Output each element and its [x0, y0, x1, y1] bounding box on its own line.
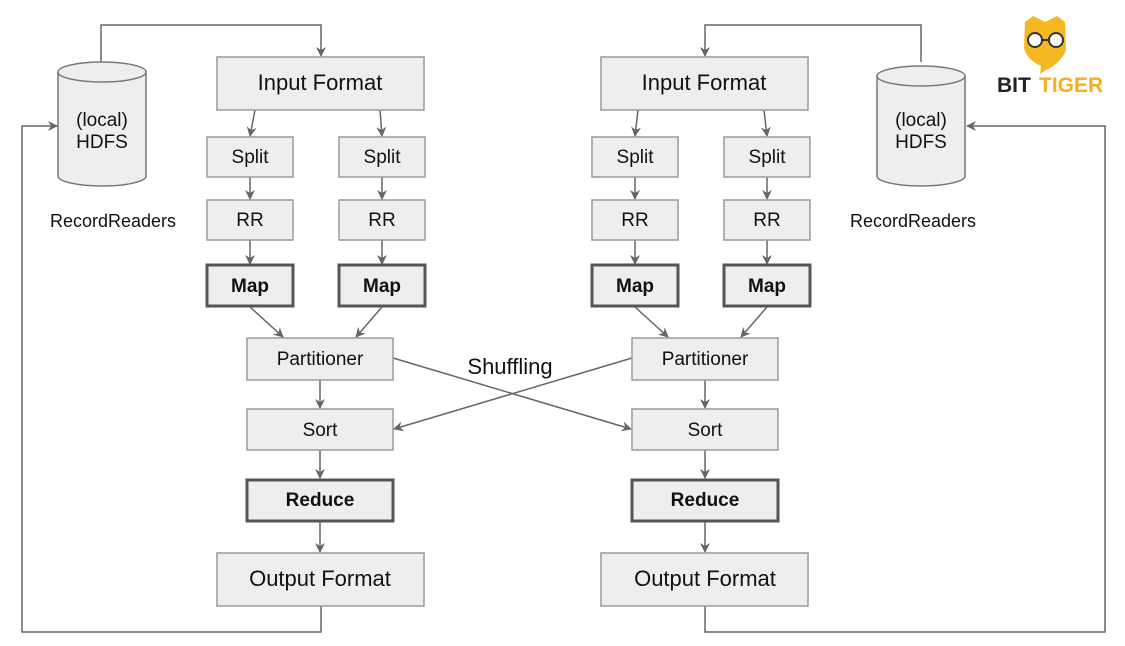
box-label: RR [753, 210, 780, 231]
hdfs-label: (local) [76, 110, 128, 131]
box-label: Reduce [671, 490, 740, 511]
box-label: Map [748, 276, 786, 297]
logo-text-tiger: TIGER [1039, 74, 1103, 97]
left-pipeline: Input Format Split Split RR RR Map Map P… [205, 56, 427, 607]
box-label: Partitioner [662, 349, 749, 370]
right-pipeline: Input Format Split Split RR RR Map Map P… [590, 56, 812, 607]
mapreduce-diagram: BIT TIGER (local) HDFS RecordReaders (lo… [21, 16, 1106, 633]
box-label: Split [232, 147, 270, 168]
box-label: RR [368, 210, 395, 231]
box-label: Map [231, 276, 269, 297]
box-label: Split [749, 147, 787, 168]
box-label: RR [621, 210, 648, 231]
box-label: RR [236, 210, 263, 231]
box-label: Reduce [286, 490, 355, 511]
box-label: Sort [688, 420, 724, 441]
hdfs-label: (local) [895, 110, 947, 131]
hdfs-label: HDFS [76, 132, 128, 153]
box-label: Output Format [249, 566, 391, 591]
record-readers-label: RecordReaders [50, 211, 176, 231]
right-hdfs-cylinder: (local) HDFS [876, 65, 966, 187]
box-label: Input Format [258, 70, 383, 95]
shuffling-label: Shuffling [467, 354, 552, 379]
box-label: Partitioner [277, 349, 364, 370]
bittiger-logo: BIT TIGER [997, 16, 1103, 97]
box-label: Sort [303, 420, 339, 441]
record-readers-label: RecordReaders [850, 211, 976, 231]
box-label: Map [616, 276, 654, 297]
box-label: Input Format [642, 70, 767, 95]
left-hdfs-cylinder: (local) HDFS [57, 61, 147, 187]
box-label: Split [364, 147, 402, 168]
box-label: Output Format [634, 566, 776, 591]
hdfs-label: HDFS [895, 132, 947, 153]
box-label: Split [617, 147, 655, 168]
logo-text-bit: BIT [997, 74, 1031, 97]
box-label: Map [363, 276, 401, 297]
